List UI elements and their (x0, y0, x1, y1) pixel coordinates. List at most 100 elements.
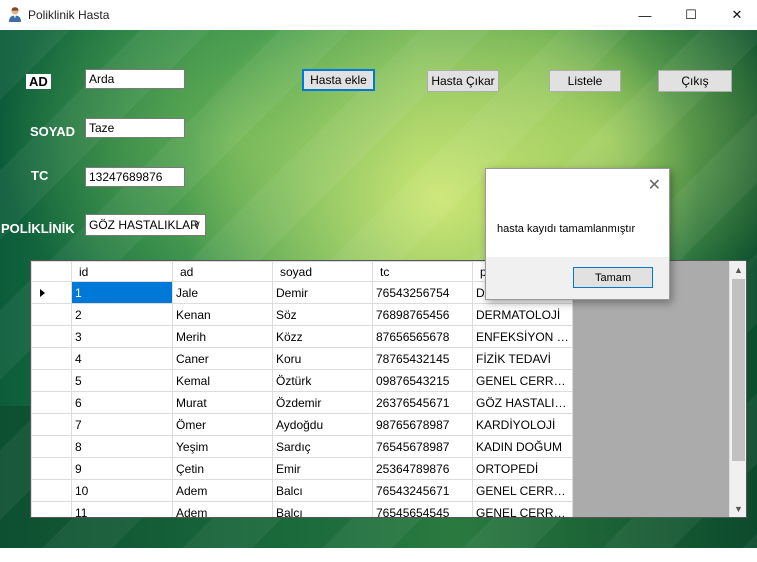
row-header[interactable] (31, 391, 72, 414)
cell-poliklinik[interactable]: GÖZ HASTALIK... (472, 391, 573, 414)
cell-soyad[interactable]: Balcı (272, 501, 373, 517)
cell-tc[interactable]: 98765678987 (372, 413, 473, 436)
row-header[interactable] (31, 325, 72, 348)
cell-poliklinik[interactable]: GENEL CERRAHİ (472, 479, 573, 502)
cell-soyad[interactable]: Özdemir (272, 391, 373, 414)
row-header[interactable] (31, 281, 72, 304)
cell-soyad[interactable]: Söz (272, 303, 373, 326)
cell-soyad[interactable]: Demir (272, 281, 373, 304)
cell-tc[interactable]: 76543245671 (372, 479, 473, 502)
cell-tc[interactable]: 87656565678 (372, 325, 473, 348)
cell-tc[interactable]: 09876543215 (372, 369, 473, 392)
cell-poliklinik[interactable]: FİZİK TEDAVİ (472, 347, 573, 370)
cell-tc[interactable]: 78765432145 (372, 347, 473, 370)
cell-id[interactable]: 5 (71, 369, 173, 392)
cell-id[interactable]: 7 (71, 413, 173, 436)
hasta-cikar-button[interactable]: Hasta Çıkar (427, 70, 499, 92)
cell-soyad[interactable]: Sardıç (272, 435, 373, 458)
cell-ad[interactable]: Yeşim (172, 435, 273, 458)
table-row[interactable]: 8 Yeşim Sardıç 76545678987 KADIN DOĞUM (31, 435, 573, 458)
cell-id[interactable]: 6 (71, 391, 173, 414)
cell-poliklinik[interactable]: KADIN DOĞUM (472, 435, 573, 458)
scroll-down-icon[interactable]: ▼ (730, 500, 746, 517)
column-header-ad[interactable]: ad (172, 261, 273, 282)
chevron-down-icon: ∨ (192, 219, 201, 231)
cell-id[interactable]: 11 (71, 501, 173, 517)
close-icon: ✕ (731, 7, 743, 22)
poliklinik-select[interactable]: GÖZ HASTALIKLAR ∨ (85, 214, 206, 236)
cell-poliklinik[interactable]: ORTOPEDİ (472, 457, 573, 480)
cell-soyad[interactable]: Emir (272, 457, 373, 480)
ad-input[interactable]: Arda (85, 69, 185, 89)
table-row[interactable]: 7 Ömer Aydoğdu 98765678987 KARDİYOLOJİ (31, 413, 573, 436)
grid-vertical-scrollbar[interactable]: ▲ ▼ (729, 261, 746, 517)
cell-soyad[interactable]: Koru (272, 347, 373, 370)
cell-poliklinik[interactable]: GENEL CERRAHİ (472, 369, 573, 392)
row-header[interactable] (31, 479, 72, 502)
cell-id[interactable]: 10 (71, 479, 173, 502)
cell-ad[interactable]: Kenan (172, 303, 273, 326)
row-header[interactable] (31, 413, 72, 436)
cell-soyad[interactable]: Aydoğdu (272, 413, 373, 436)
cell-ad[interactable]: Murat (172, 391, 273, 414)
cell-soyad[interactable]: Közz (272, 325, 373, 348)
cell-ad[interactable]: Çetin (172, 457, 273, 480)
cell-ad[interactable]: Caner (172, 347, 273, 370)
table-row[interactable]: 3 Merih Közz 87656565678 ENFEKSİYON H... (31, 325, 573, 348)
tamam-button[interactable]: Tamam (573, 267, 653, 288)
cell-soyad[interactable]: Öztürk (272, 369, 373, 392)
cell-tc[interactable]: 76545678987 (372, 435, 473, 458)
maximize-button[interactable]: ☐ (668, 0, 714, 30)
row-header[interactable] (31, 303, 72, 326)
cell-poliklinik[interactable]: KARDİYOLOJİ (472, 413, 573, 436)
row-header[interactable] (31, 435, 72, 458)
table-row[interactable]: 9 Çetin Emir 25364789876 ORTOPEDİ (31, 457, 573, 480)
cell-tc[interactable]: 76545654545 (372, 501, 473, 517)
minimize-button[interactable]: — (622, 0, 668, 30)
table-row[interactable]: 5 Kemal Öztürk 09876543215 GENEL CERRAHİ (31, 369, 573, 392)
scroll-up-icon[interactable]: ▲ (730, 261, 746, 278)
cell-poliklinik[interactable]: ENFEKSİYON H... (472, 325, 573, 348)
column-header-tc[interactable]: tc (372, 261, 473, 282)
cell-id[interactable]: 8 (71, 435, 173, 458)
title-bar[interactable]: Poliklinik Hasta — ☐ ✕ (0, 0, 757, 30)
message-close-icon[interactable]: ✕ (648, 175, 661, 195)
cell-id[interactable]: 2 (71, 303, 173, 326)
cikis-button[interactable]: Çıkış (658, 70, 732, 92)
row-header[interactable] (31, 369, 72, 392)
column-header-id[interactable]: id (71, 261, 173, 282)
cell-id[interactable]: 1 (71, 281, 173, 304)
cell-ad[interactable]: Adem (172, 479, 273, 502)
cell-poliklinik[interactable]: GENEL CERRAHİ (472, 501, 573, 517)
cell-poliklinik[interactable]: DERMATOLOJİ (472, 303, 573, 326)
cell-ad[interactable]: Ömer (172, 413, 273, 436)
table-row[interactable]: 6 Murat Özdemir 26376545671 GÖZ HASTALIK... (31, 391, 573, 414)
row-header[interactable] (31, 457, 72, 480)
cell-id[interactable]: 4 (71, 347, 173, 370)
cell-tc[interactable]: 26376545671 (372, 391, 473, 414)
tc-input[interactable]: 13247689876 (85, 167, 185, 187)
hasta-ekle-button[interactable]: Hasta ekle (302, 69, 375, 91)
cell-id[interactable]: 9 (71, 457, 173, 480)
table-row[interactable]: 11 Adem Balcı 76545654545 GENEL CERRAHİ (31, 501, 573, 517)
cell-ad[interactable]: Jale (172, 281, 273, 304)
soyad-input[interactable]: Taze (85, 118, 185, 138)
row-header[interactable] (31, 347, 72, 370)
cell-tc[interactable]: 76898765456 (372, 303, 473, 326)
cell-ad[interactable]: Kemal (172, 369, 273, 392)
cell-soyad[interactable]: Balcı (272, 479, 373, 502)
close-button[interactable]: ✕ (714, 0, 757, 30)
cell-ad[interactable]: Adem (172, 501, 273, 517)
cell-id[interactable]: 3 (71, 325, 173, 348)
table-row[interactable]: 10 Adem Balcı 76543245671 GENEL CERRAHİ (31, 479, 573, 502)
listele-button[interactable]: Listele (549, 70, 621, 92)
table-row[interactable]: 4 Caner Koru 78765432145 FİZİK TEDAVİ (31, 347, 573, 370)
ad-label: AD (26, 74, 51, 89)
cell-tc[interactable]: 25364789876 (372, 457, 473, 480)
row-header[interactable] (31, 501, 72, 517)
cell-ad[interactable]: Merih (172, 325, 273, 348)
cell-tc[interactable]: 76543256754 (372, 281, 473, 304)
column-header-soyad[interactable]: soyad (272, 261, 373, 282)
scrollbar-thumb[interactable] (732, 279, 745, 461)
table-row[interactable]: 2 Kenan Söz 76898765456 DERMATOLOJİ (31, 303, 573, 326)
